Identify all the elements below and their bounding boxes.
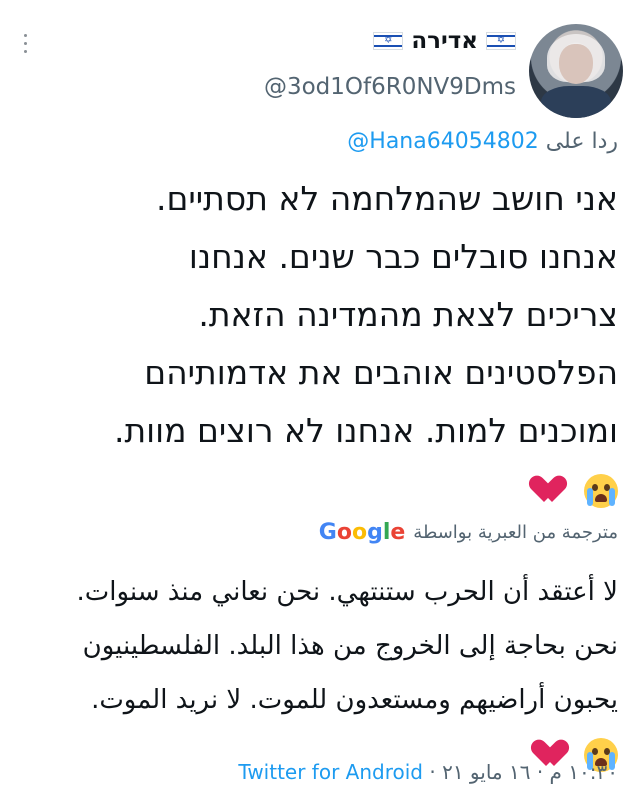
tweet-text-line: אני חושב שהמלחמה לא תסתיים. (155, 179, 618, 218)
tweet-text: אני חושב שהמלחמה לא תסתיים. אנחנו סובלים… (14, 170, 618, 518)
tweet-text-line: ומוכנים למות. אנחנו לא רוצים מוות. (113, 411, 618, 450)
translated-text-line: يحبون أراضيهم ومستعدون للموت. لا نريد ال… (91, 685, 618, 715)
tweet-text-line: צריכים לצאת מהמדינה הזאת. (198, 295, 618, 334)
reply-mention-link[interactable]: @Hana64054802 (347, 129, 538, 154)
translated-label: مترجمة من العبرية بواسطة (413, 522, 618, 543)
source-link[interactable]: Twitter for Android (238, 760, 423, 784)
google-logo[interactable]: Google (319, 520, 406, 545)
translated-text-line: لا أعتقد أن الحرب ستنتهي. نحن نعاني منذ … (76, 577, 618, 607)
timestamp[interactable]: ١٠:٣٠ م · ١٦ مايو ٢١ (442, 760, 618, 784)
crying-face-icon (584, 473, 618, 508)
avatar[interactable] (529, 24, 623, 118)
display-name-row: ✡ אדירה ✡ (373, 26, 516, 56)
israel-flag-icon: ✡ (373, 32, 404, 50)
translated-text: لا أعتقد أن الحرب ستنتهي. نحن نعاني منذ … (14, 565, 618, 781)
display-name[interactable]: אדירה (411, 28, 478, 54)
broken-heart-icon (536, 476, 568, 506)
translated-text-line: نحن بحاجة إلى الخروج من هذا البلد. الفلس… (82, 631, 618, 661)
israel-flag-icon: ✡ (486, 32, 516, 50)
tweet-footer: ١٠:٣٠ م · ١٦ مايو ٢١ · Twitter for Andro… (238, 760, 618, 784)
tweet-text-line: אנחנו סובלים כבר שנים. אנחנו (188, 237, 618, 276)
tweet-text-line: הפלסטינים אוהבים את אדמותיהם (144, 353, 618, 392)
reply-context: ردا على @Hana64054802 (347, 129, 618, 154)
more-options-icon[interactable] (18, 34, 32, 58)
reply-prefix: ردا على (545, 129, 618, 154)
translation-attribution: مترجمة من العبرية بواسطة Google (319, 520, 618, 545)
emoji-row (14, 460, 618, 518)
user-handle[interactable]: @3od1Of6R0NV9Dms (264, 74, 516, 100)
